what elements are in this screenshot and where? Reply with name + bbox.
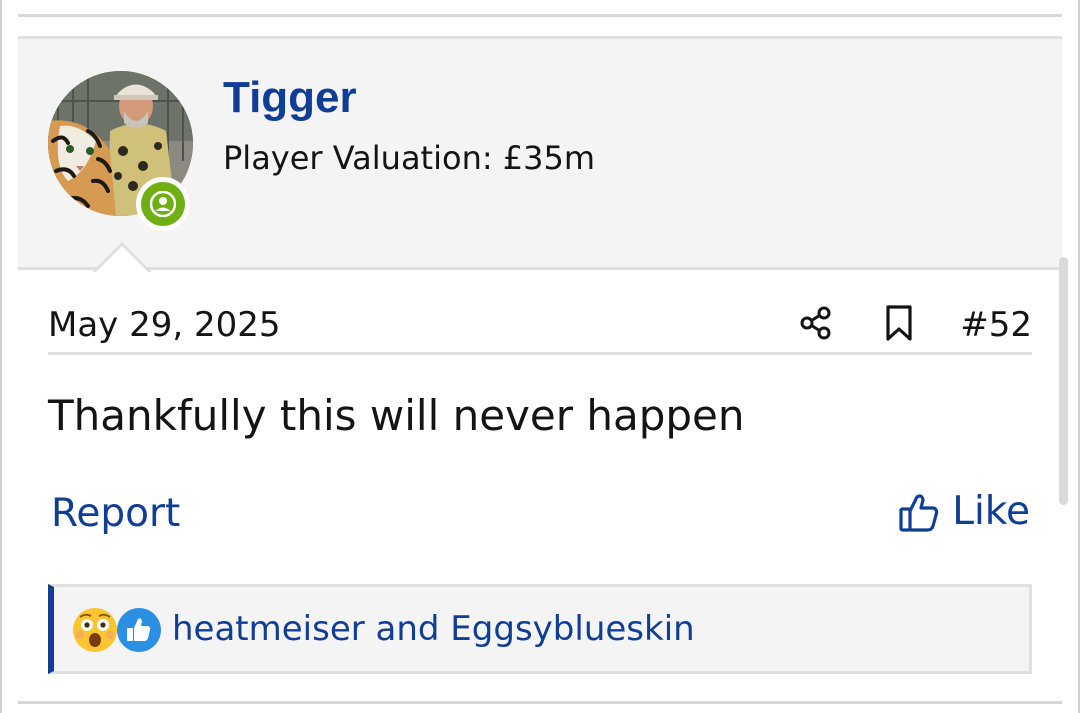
online-status-badge (136, 177, 190, 231)
reaction-icons (72, 607, 164, 653)
avatar-wrap[interactable] (48, 71, 193, 231)
user-title: Player Valuation: £35m (223, 139, 596, 177)
thumbs-up-icon (899, 493, 939, 532)
report-link[interactable]: Report (51, 491, 180, 536)
post-number-link[interactable]: #52 (960, 305, 1032, 345)
post-author-name[interactable]: Tigger (223, 73, 357, 123)
reaction-users-link[interactable]: heatmeiser and Eggsyblueskin (172, 609, 695, 649)
previous-post-divider (18, 14, 1062, 17)
forum-post: Tigger Player Valuation: £35m May 29, 20… (18, 36, 1068, 704)
person-icon (150, 191, 176, 217)
message-caret-inner (95, 246, 149, 273)
bookmark-button[interactable] (879, 303, 919, 343)
share-button[interactable] (796, 303, 836, 343)
like-label: Like (952, 489, 1030, 534)
post-date[interactable]: May 29, 2025 (48, 305, 281, 345)
like-reaction-icon (117, 608, 161, 652)
next-post-divider (18, 701, 1062, 704)
shocked-emoji-icon (73, 608, 117, 652)
user-online-icon (141, 182, 185, 226)
post-meta-row: May 29, 2025 #52 (48, 303, 1032, 355)
post-user-header: Tigger Player Valuation: £35m (18, 39, 1062, 270)
share-icon (800, 306, 831, 340)
post-body-text: Thankfully this will never happen (48, 391, 745, 440)
reactions-bar[interactable]: heatmeiser and Eggsyblueskin (48, 584, 1032, 674)
bookmark-icon (886, 305, 912, 341)
like-button[interactable]: Like (898, 489, 1030, 534)
scrollbar-thumb[interactable] (1059, 257, 1068, 505)
